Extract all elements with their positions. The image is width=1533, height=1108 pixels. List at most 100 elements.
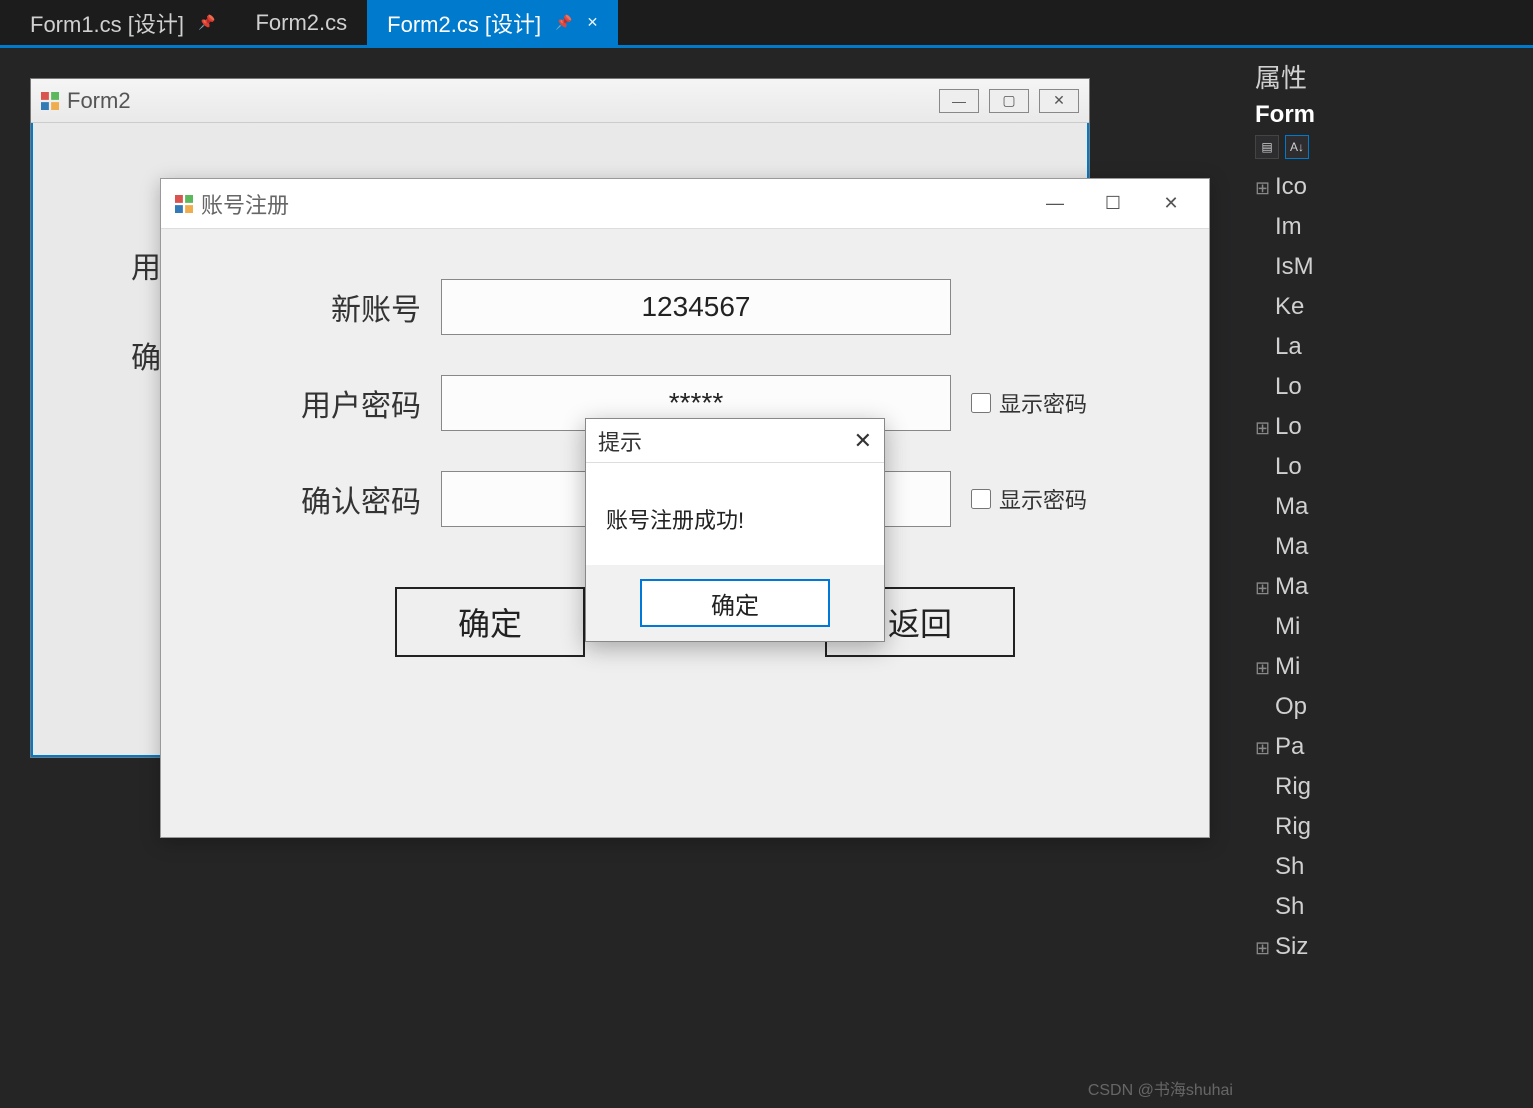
properties-title: 属性	[1255, 58, 1533, 95]
property-label: Im	[1275, 213, 1302, 240]
confirm-label: 确认密码	[261, 477, 421, 521]
alphabetical-icon[interactable]: A↓	[1285, 135, 1309, 159]
property-row[interactable]: Ma	[1255, 527, 1533, 567]
messagebox-button-row: 确定	[586, 565, 884, 641]
property-label: Mi	[1275, 653, 1300, 680]
watermark: CSDN @书海shuhai	[1088, 1076, 1233, 1100]
property-row[interactable]: Lo	[1255, 447, 1533, 487]
property-row[interactable]: Mi	[1255, 607, 1533, 647]
property-row[interactable]: Rig	[1255, 767, 1533, 807]
expand-icon[interactable]: ⊞	[1255, 658, 1271, 679]
pin-icon[interactable]: 📌	[555, 14, 572, 31]
property-row[interactable]: Sh	[1255, 847, 1533, 887]
pin-icon[interactable]: 📌	[198, 14, 215, 31]
minimize-button[interactable]: —	[939, 89, 979, 113]
register-title: 账号注册	[201, 188, 289, 220]
property-row[interactable]: Op	[1255, 687, 1533, 727]
property-row[interactable]: Ke	[1255, 287, 1533, 327]
property-label: Rig	[1275, 773, 1311, 800]
hidden-label-2: 确	[131, 333, 161, 377]
categorized-icon[interactable]: ▤	[1255, 135, 1279, 159]
property-row[interactable]: Im	[1255, 207, 1533, 247]
messagebox-title: 提示	[598, 425, 642, 457]
expand-icon[interactable]: ⊞	[1255, 578, 1271, 599]
properties-list[interactable]: ⊞IcoImIsMKeLaLo⊞LoLoMaMa⊞MaMi⊞MiOp⊞PaRig…	[1255, 167, 1533, 967]
property-label: Lo	[1275, 453, 1302, 480]
close-icon[interactable]: ✕	[587, 14, 599, 31]
expand-icon[interactable]: ⊞	[1255, 738, 1271, 759]
property-row[interactable]: ⊞Mi	[1255, 647, 1533, 687]
form2-titlebar[interactable]: Form2 — ▢ ✕	[31, 79, 1089, 123]
property-label: Op	[1275, 693, 1307, 720]
property-label: Ico	[1275, 173, 1307, 200]
messagebox-titlebar[interactable]: 提示 ✕	[586, 419, 884, 463]
properties-object: Form	[1255, 101, 1533, 129]
property-label: Ma	[1275, 533, 1308, 560]
messagebox-message: 账号注册成功!	[586, 463, 884, 565]
close-button[interactable]: ✕	[1039, 89, 1079, 113]
messagebox[interactable]: 提示 ✕ 账号注册成功! 确定	[585, 418, 885, 642]
expand-icon[interactable]: ⊞	[1255, 418, 1271, 439]
property-label: Lo	[1275, 413, 1302, 440]
property-row[interactable]: ⊞Ico	[1255, 167, 1533, 207]
designer-surface: Form2 — ▢ ✕ 用 确 账号注册 — ☐	[30, 78, 1233, 1078]
maximize-button[interactable]: ▢	[989, 89, 1029, 113]
maximize-button[interactable]: ☐	[1089, 187, 1137, 221]
document-tabs: Form1.cs [设计] 📌 Form2.cs Form2.cs [设计] 📌…	[0, 0, 1533, 48]
property-row[interactable]: IsM	[1255, 247, 1533, 287]
property-row[interactable]: ⊞Lo	[1255, 407, 1533, 447]
hidden-label-1: 用	[131, 243, 161, 287]
property-label: Ke	[1275, 293, 1304, 320]
show-password-1[interactable]: 显示密码	[971, 387, 1087, 419]
tab-form2-code[interactable]: Form2.cs	[235, 0, 367, 45]
property-label: Ma	[1275, 573, 1308, 600]
property-label: Ma	[1275, 493, 1308, 520]
tab-label: Form2.cs [设计]	[387, 7, 541, 39]
expand-icon[interactable]: ⊞	[1255, 938, 1271, 959]
show-password-label-2: 显示密码	[999, 483, 1087, 515]
expand-icon[interactable]: ⊞	[1255, 178, 1271, 199]
form2-window-controls: — ▢ ✕	[939, 89, 1079, 113]
property-row[interactable]: ⊞Ma	[1255, 567, 1533, 607]
show-password-checkbox-2[interactable]	[971, 489, 991, 509]
close-icon[interactable]: ✕	[854, 428, 872, 454]
property-row[interactable]: Ma	[1255, 487, 1533, 527]
tab-form2-design[interactable]: Form2.cs [设计] 📌 ✕	[367, 0, 618, 45]
new-account-row: 新账号	[261, 279, 1149, 335]
property-row[interactable]: Lo	[1255, 367, 1533, 407]
password-label: 用户密码	[261, 381, 421, 425]
app-icon	[41, 92, 59, 110]
property-label: Rig	[1275, 813, 1311, 840]
property-label: Siz	[1275, 933, 1308, 960]
tab-label: Form2.cs	[255, 10, 347, 36]
property-label: Pa	[1275, 733, 1304, 760]
new-account-label: 新账号	[261, 285, 421, 329]
show-password-checkbox-1[interactable]	[971, 393, 991, 413]
register-titlebar[interactable]: 账号注册 — ☐ ✕	[161, 179, 1209, 229]
minimize-button[interactable]: —	[1031, 187, 1079, 221]
property-row[interactable]: La	[1255, 327, 1533, 367]
property-label: Sh	[1275, 853, 1304, 880]
tab-label: Form1.cs [设计]	[30, 7, 184, 39]
properties-panel: 属性 Form ▤ A↓ ⊞IcoImIsMKeLaLo⊞LoLoMaMa⊞Ma…	[1243, 48, 1533, 1108]
new-account-input[interactable]	[441, 279, 951, 335]
form2-title: Form2	[67, 88, 131, 114]
close-button[interactable]: ✕	[1147, 187, 1195, 221]
property-row[interactable]: ⊞Pa	[1255, 727, 1533, 767]
register-window-controls: — ☐ ✕	[1031, 187, 1195, 221]
property-row[interactable]: Rig	[1255, 807, 1533, 847]
ide-body: Form2 — ▢ ✕ 用 确 账号注册 — ☐	[0, 48, 1533, 1108]
property-label: IsM	[1275, 253, 1314, 280]
app-icon	[175, 195, 193, 213]
property-label: Lo	[1275, 373, 1302, 400]
show-password-label-1: 显示密码	[999, 387, 1087, 419]
ok-button[interactable]: 确定	[395, 587, 585, 657]
property-label: Mi	[1275, 613, 1300, 640]
property-row[interactable]: Sh	[1255, 887, 1533, 927]
property-label: Sh	[1275, 893, 1304, 920]
show-password-2[interactable]: 显示密码	[971, 483, 1087, 515]
property-label: La	[1275, 333, 1302, 360]
tab-form1-design[interactable]: Form1.cs [设计] 📌	[10, 0, 235, 45]
property-row[interactable]: ⊞Siz	[1255, 927, 1533, 967]
messagebox-ok-button[interactable]: 确定	[640, 579, 830, 627]
